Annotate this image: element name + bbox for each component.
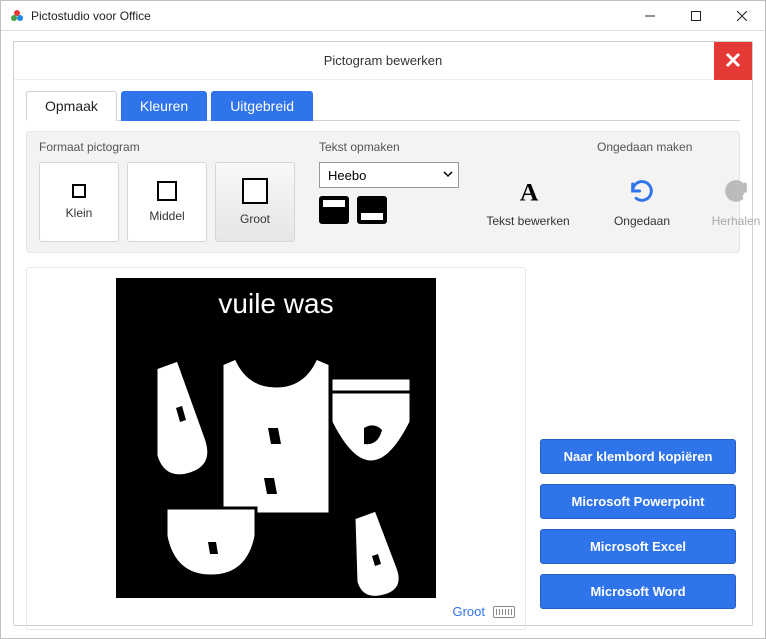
keyboard-icon[interactable]: [493, 606, 515, 618]
size-large-label: Groot: [240, 212, 270, 226]
pictogram-frame: vuile was: [26, 267, 526, 630]
size-large-button[interactable]: Groot: [215, 162, 295, 242]
undo-label: Ongedaan: [614, 214, 670, 228]
caption-bottom-button[interactable]: [357, 196, 387, 224]
caption-bottom-icon: [361, 213, 383, 220]
frame-size-label[interactable]: Groot: [452, 604, 485, 619]
redo-button[interactable]: Herhalen: [691, 162, 766, 242]
titlebar: Pictostudio voor Office: [1, 1, 765, 31]
group-undo: Ongedaan maken Ongedaan: [597, 140, 766, 242]
text-edit-button[interactable]: A Tekst bewerken: [483, 162, 573, 242]
pictogram-canvas[interactable]: vuile was: [116, 278, 436, 598]
window-controls: [627, 1, 765, 30]
word-button[interactable]: Microsoft Word: [540, 574, 736, 609]
frame-footer: Groot: [37, 604, 515, 619]
group-undo-title: Ongedaan maken: [597, 140, 766, 154]
copy-clipboard-button[interactable]: Naar klembord kopiëren: [540, 439, 736, 474]
redo-label: Herhalen: [712, 214, 761, 228]
panel-header: Pictogram bewerken: [14, 42, 752, 80]
caption-top-button[interactable]: [319, 196, 349, 224]
maximize-button[interactable]: [673, 1, 719, 30]
font-select[interactable]: Heebo: [319, 162, 459, 188]
group-textedit: A Tekst bewerken: [483, 140, 573, 242]
square-large-icon: [242, 178, 268, 204]
size-medium-button[interactable]: Middel: [127, 162, 207, 242]
panel-close-button[interactable]: [714, 42, 752, 80]
group-text: Tekst opmaken Heebo: [319, 140, 459, 242]
panel-title: Pictogram bewerken: [324, 53, 443, 68]
tab-kleuren[interactable]: Kleuren: [121, 91, 207, 121]
powerpoint-button[interactable]: Microsoft Powerpoint: [540, 484, 736, 519]
excel-button[interactable]: Microsoft Excel: [540, 529, 736, 564]
tab-opmaak[interactable]: Opmaak: [26, 91, 117, 121]
minimize-button[interactable]: [627, 1, 673, 30]
tabs: Opmaak Kleuren Uitgebreid: [26, 90, 740, 121]
font-select-value: Heebo: [328, 168, 366, 183]
close-button[interactable]: [719, 1, 765, 30]
pictogram-caption: vuile was: [116, 288, 436, 320]
app-icon: [9, 8, 25, 24]
undo-button[interactable]: Ongedaan: [597, 162, 687, 242]
text-edit-label: Tekst bewerken: [486, 214, 569, 228]
close-icon: [725, 52, 741, 71]
size-medium-label: Middel: [149, 209, 184, 223]
chevron-down-icon: [442, 168, 454, 183]
size-small-label: Klein: [66, 206, 93, 220]
toolbar: Formaat pictogram Klein Middel Groot: [26, 131, 740, 253]
text-edit-icon: A: [514, 177, 542, 208]
pictogram-image: [116, 278, 436, 598]
size-small-button[interactable]: Klein: [39, 162, 119, 242]
group-size: Formaat pictogram Klein Middel Groot: [39, 140, 295, 242]
window-title: Pictostudio voor Office: [31, 9, 627, 23]
square-medium-icon: [157, 181, 177, 201]
editor-panel: Pictogram bewerken Opmaak Kleuren Uitgeb…: [13, 41, 753, 626]
svg-text:A: A: [520, 177, 539, 205]
caption-top-icon: [323, 200, 345, 207]
export-buttons: Naar klembord kopiëren Microsoft Powerpo…: [540, 439, 736, 609]
group-size-title: Formaat pictogram: [39, 140, 295, 154]
square-small-icon: [72, 184, 86, 198]
group-text-title: Tekst opmaken: [319, 140, 459, 154]
undo-icon: [628, 177, 656, 208]
redo-icon: [722, 177, 750, 208]
tab-uitgebreid[interactable]: Uitgebreid: [211, 91, 313, 121]
